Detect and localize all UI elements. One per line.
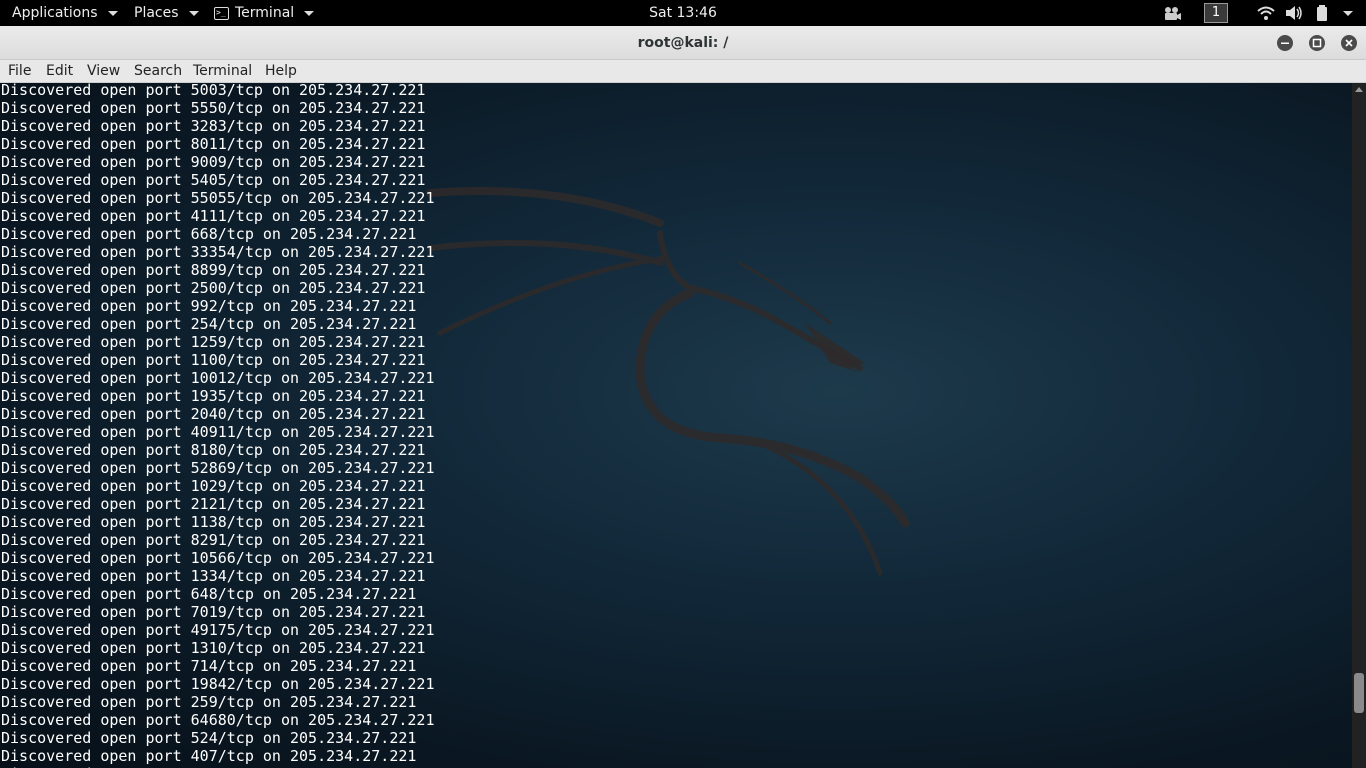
terminal-line: Discovered open port 33354/tcp on 205.23… (1, 243, 435, 261)
scrollbar-thumb[interactable] (1354, 673, 1364, 713)
terminal-line: Discovered open port 8899/tcp on 205.234… (1, 261, 426, 279)
terminal-line: Discovered open port 10012/tcp on 205.23… (1, 369, 435, 387)
terminal-line: Discovered open port 10566/tcp on 205.23… (1, 549, 435, 567)
workspace-indicator[interactable]: 1 (1204, 0, 1228, 26)
scroll-up-arrow-icon[interactable] (1355, 87, 1363, 92)
terminal-line: Discovered open port 8291/tcp on 205.234… (1, 531, 426, 549)
title-bar[interactable]: root@kali: / (0, 26, 1366, 60)
clock[interactable]: Sat 13:46 (649, 5, 717, 21)
terminal-line: Discovered open port 3283/tcp on 205.234… (1, 117, 426, 135)
terminal-app-menu[interactable]: >_ Terminal (214, 0, 315, 26)
terminal-line: Discovered open port 1100/tcp on 205.234… (1, 351, 426, 369)
volume-icon[interactable] (1285, 0, 1303, 26)
wifi-icon[interactable] (1257, 0, 1275, 26)
terminal-app-label: Terminal (235, 5, 295, 21)
terminal-line: Discovered open port 1310/tcp on 205.234… (1, 639, 426, 657)
terminal-window: root@kali: / File Edit View Search Termi… (0, 26, 1366, 768)
terminal-line: Discovered open port 5003/tcp on 205.234… (1, 83, 426, 99)
minimize-icon (1281, 42, 1289, 44)
menu-view[interactable]: View (87, 60, 120, 82)
terminal-line: Discovered open port 2121/tcp on 205.234… (1, 495, 426, 513)
applications-menu[interactable]: Applications (12, 0, 118, 26)
chevron-down-icon (304, 10, 315, 16)
close-icon (1345, 39, 1353, 47)
window-title: root@kali: / (637, 35, 729, 51)
terminal-line: Discovered open port 9009/tcp on 205.234… (1, 153, 426, 171)
terminal-line: Discovered open port 8011/tcp on 205.234… (1, 135, 426, 153)
maximize-icon (1312, 38, 1322, 48)
terminal-line: Discovered open port 19842/tcp on 205.23… (1, 675, 435, 693)
close-button[interactable] (1341, 35, 1357, 51)
places-menu[interactable]: Places (134, 0, 199, 26)
applications-label: Applications (12, 5, 98, 21)
menu-file[interactable]: File (8, 60, 31, 82)
terminal-line: Discovered open port 2500/tcp on 205.234… (1, 279, 426, 297)
top-panel: Applications Places >_ Terminal Sat 13:4… (0, 0, 1366, 26)
terminal-lines: Discovered open port 5003/tcp on 205.234… (1, 83, 1341, 768)
terminal-line: Discovered open port 4111/tcp on 205.234… (1, 207, 426, 225)
terminal-line: Discovered open port 49175/tcp on 205.23… (1, 621, 435, 639)
video-camera-icon[interactable] (1162, 0, 1182, 26)
menu-search[interactable]: Search (134, 60, 182, 82)
terminal-line: Discovered open port 7019/tcp on 205.234… (1, 603, 426, 621)
terminal-line: Discovered open port 668/tcp on 205.234.… (1, 225, 417, 243)
terminal-line: Discovered open port 1138/tcp on 205.234… (1, 513, 426, 531)
menu-bar: File Edit View Search Terminal Help (0, 60, 1366, 83)
terminal-line: Discovered open port 254/tcp on 205.234.… (1, 315, 417, 333)
minimize-button[interactable] (1277, 35, 1293, 51)
chevron-down-icon (107, 10, 118, 16)
terminal-line: Discovered open port 714/tcp on 205.234.… (1, 657, 417, 675)
terminal-line: Discovered open port 1259/tcp on 205.234… (1, 333, 426, 351)
terminal-line: Discovered open port 1029/tcp on 205.234… (1, 477, 426, 495)
chevron-down-icon (188, 10, 199, 16)
menu-edit[interactable]: Edit (46, 60, 73, 82)
menu-help[interactable]: Help (265, 60, 297, 82)
terminal-line: Discovered open port 64680/tcp on 205.23… (1, 711, 435, 729)
terminal-line: Discovered open port 1334/tcp on 205.234… (1, 567, 426, 585)
battery-icon[interactable] (1315, 0, 1329, 26)
terminal-line: Discovered open port 524/tcp on 205.234.… (1, 729, 417, 747)
terminal-line: Discovered open port 52869/tcp on 205.23… (1, 459, 435, 477)
places-label: Places (134, 5, 179, 21)
terminal-line: Discovered open port 5405/tcp on 205.234… (1, 171, 426, 189)
workspace-number: 1 (1204, 3, 1228, 23)
terminal-line: Discovered open port 1935/tcp on 205.234… (1, 387, 426, 405)
terminal-line: Discovered open port 648/tcp on 205.234.… (1, 585, 417, 603)
terminal-line: Discovered open port 259/tcp on 205.234.… (1, 693, 417, 711)
terminal-output[interactable]: Discovered open port 5003/tcp on 205.234… (0, 83, 1352, 768)
terminal-line: Discovered open port 407/tcp on 205.234.… (1, 747, 417, 765)
terminal-icon: >_ (214, 6, 229, 20)
chevron-down-icon (1343, 10, 1353, 16)
terminal-line: Discovered open port 8180/tcp on 205.234… (1, 441, 426, 459)
terminal-line: Discovered open port 992/tcp on 205.234.… (1, 297, 417, 315)
scrollbar[interactable] (1352, 83, 1366, 768)
terminal-line: Discovered open port 5550/tcp on 205.234… (1, 99, 426, 117)
system-menu-icon[interactable] (1339, 0, 1353, 26)
menu-terminal[interactable]: Terminal (193, 60, 252, 82)
terminal-line: Discovered open port 40911/tcp on 205.23… (1, 423, 435, 441)
maximize-button[interactable] (1309, 35, 1325, 51)
terminal-line: Discovered open port 2040/tcp on 205.234… (1, 405, 426, 423)
terminal-line: Discovered open port 55055/tcp on 205.23… (1, 189, 435, 207)
